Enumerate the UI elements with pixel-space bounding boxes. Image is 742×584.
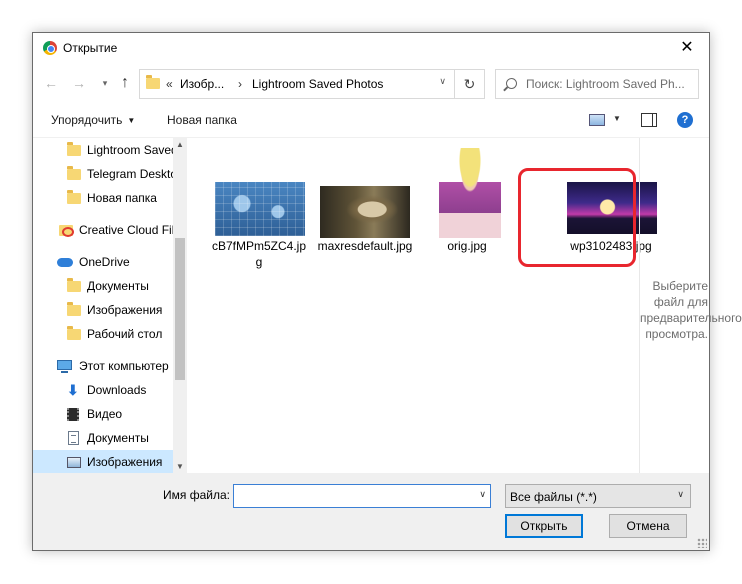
documents-icon <box>68 431 79 445</box>
search-input[interactable] <box>526 76 696 92</box>
help-icon[interactable]: ? <box>677 112 693 128</box>
sidebar-item-pictures[interactable]: Изображения <box>33 450 173 474</box>
sidebar-item-onedrive-documents[interactable]: Документы <box>33 274 173 298</box>
sidebar-item-onedrive[interactable]: OneDrive <box>33 250 173 274</box>
resize-grip-icon[interactable] <box>697 538 707 548</box>
sidebar-item-downloads[interactable]: ⬇ Downloads <box>33 378 173 402</box>
change-view-icon[interactable] <box>589 114 605 126</box>
breadcrumb-overflow-icon[interactable]: « <box>166 77 173 91</box>
breadcrumb-item-pictures[interactable]: Изобр... <box>180 77 224 91</box>
file-item[interactable]: orig.jpg <box>417 138 517 278</box>
navigation-bar: ← → ▾ ↑ « Изобр... › Lightroom Saved Pho… <box>33 63 709 103</box>
file-item[interactable]: cB7fMPm5ZC4.jpg <box>209 138 309 278</box>
folder-icon <box>67 190 81 204</box>
scrollbar-thumb[interactable] <box>175 238 185 380</box>
organize-button[interactable]: Упорядочить ▼ <box>51 113 135 127</box>
view-options-dropdown-icon[interactable]: ▼ <box>613 114 621 123</box>
file-name: orig.jpg <box>447 239 487 253</box>
breadcrumb-separator-icon[interactable]: › <box>238 77 242 91</box>
up-arrow-icon[interactable]: ↑ <box>115 73 135 93</box>
organize-label: Упорядочить <box>51 113 123 127</box>
scroll-down-icon[interactable]: ▼ <box>173 460 187 474</box>
new-folder-button[interactable]: Новая папка <box>167 113 237 127</box>
sidebar-item-label: Документы <box>87 279 149 293</box>
download-arrow-icon: ⬇ <box>67 382 79 398</box>
address-dropdown-icon[interactable]: ∨ <box>439 76 446 87</box>
sidebar-item-lightroom-saved[interactable]: Lightroom Saved <box>33 138 173 162</box>
file-type-value: Все файлы (*.*) <box>510 490 597 504</box>
cancel-button[interactable]: Отмена <box>609 514 687 538</box>
sidebar-item-label: Downloads <box>87 383 147 397</box>
search-icon <box>506 78 517 89</box>
back-arrow-icon[interactable]: ← <box>41 73 61 93</box>
sidebar-item-label: Telegram Deskto <box>87 167 173 181</box>
folder-icon <box>146 75 160 89</box>
scroll-up-icon[interactable]: ▲ <box>173 138 187 152</box>
filename-label: Имя файла: <box>163 488 230 502</box>
sidebar-item-label: Lightroom Saved <box>87 143 173 157</box>
preview-placeholder-text: Выберите файл для предварительного просм… <box>640 279 742 341</box>
organize-dropdown-icon: ▼ <box>127 116 136 125</box>
sidebar-item-videos[interactable]: Видео <box>33 402 173 426</box>
folder-icon <box>67 166 81 180</box>
file-name: maxresdefault.jpg <box>317 239 413 253</box>
file-name: cB7fMPm5ZC4.jpg <box>211 239 307 269</box>
close-button[interactable]: ✕ <box>665 33 709 63</box>
preview-pane: Выберите файл для предварительного просм… <box>639 138 742 474</box>
sidebar-item-label: Новая папка <box>87 191 157 205</box>
selection-highlight-frame <box>518 168 636 267</box>
sidebar-item-label: Creative Cloud Fil <box>79 223 173 237</box>
search-box[interactable] <box>495 69 699 99</box>
sidebar-item-label: Документы <box>87 431 149 445</box>
filename-input[interactable] <box>237 489 467 503</box>
sidebar-item-this-pc[interactable]: Этот компьютер <box>33 354 173 378</box>
recent-locations-chevron-icon[interactable]: ▾ <box>95 73 115 93</box>
sidebar-item-label: Изображения <box>87 303 163 317</box>
sidebar-item-desktop[interactable]: Рабочий стол <box>33 322 173 346</box>
command-bar: Упорядочить ▼ Новая папка ▼ ? <box>33 105 709 135</box>
sidebar-item-creative-cloud[interactable]: Creative Cloud Fil <box>33 218 173 242</box>
open-button[interactable]: Открыть <box>505 514 583 538</box>
sidebar-item-label: Изображения <box>87 455 163 469</box>
breadcrumb-item-lightroom[interactable]: Lightroom Saved Photos <box>252 77 383 91</box>
pictures-icon <box>67 457 81 468</box>
sidebar-item-label: Рабочий стол <box>87 327 163 341</box>
sidebar-scrollbar[interactable]: ▲ ▼ <box>173 138 187 474</box>
preview-pane-icon[interactable] <box>641 113 657 127</box>
sidebar-item-telegram-desktop[interactable]: Telegram Deskto <box>33 162 173 186</box>
sidebar-item-label: Видео <box>87 407 123 421</box>
navigation-pane: Lightroom Saved Telegram Deskto Новая па… <box>33 138 187 474</box>
dialog-footer: Имя файла: ∨ Все файлы (*.*) ∨ Открыть О… <box>33 473 709 550</box>
folder-icon <box>67 278 81 292</box>
filename-dropdown-icon[interactable]: ∨ <box>479 489 486 500</box>
folder-icon <box>67 142 81 156</box>
title-bar: Открытие ✕ <box>33 33 709 63</box>
creative-cloud-folder-icon <box>59 225 74 237</box>
file-type-dropdown-icon: ∨ <box>677 489 684 499</box>
folder-icon <box>67 302 81 316</box>
file-thumbnail <box>215 182 305 236</box>
sidebar-item-label: OneDrive <box>79 255 130 269</box>
sidebar-item-new-folder[interactable]: Новая папка <box>33 186 173 210</box>
chrome-icon <box>43 41 57 55</box>
file-thumbnail <box>439 148 501 238</box>
computer-icon <box>57 360 72 373</box>
onedrive-cloud-icon <box>57 258 73 267</box>
video-icon <box>67 408 79 421</box>
file-item[interactable]: maxresdefault.jpg <box>315 138 415 278</box>
refresh-icon[interactable]: ↻ <box>454 70 484 98</box>
sidebar-item-label: Этот компьютер <box>79 359 169 373</box>
folder-icon <box>67 326 81 340</box>
dialog-title: Открытие <box>63 41 118 55</box>
file-thumbnail <box>320 186 410 238</box>
file-type-select[interactable]: Все файлы (*.*) ∨ <box>505 484 691 508</box>
sidebar-item-documents[interactable]: Документы <box>33 426 173 450</box>
open-file-dialog: Открытие ✕ ← → ▾ ↑ « Изобр... › Lightroo… <box>32 32 742 551</box>
filename-combobox[interactable]: ∨ <box>233 484 491 508</box>
address-bar[interactable]: « Изобр... › Lightroom Saved Photos ∨ ↻ <box>139 69 485 99</box>
sidebar-item-onedrive-pictures[interactable]: Изображения <box>33 298 173 322</box>
forward-arrow-icon[interactable]: → <box>69 73 89 93</box>
